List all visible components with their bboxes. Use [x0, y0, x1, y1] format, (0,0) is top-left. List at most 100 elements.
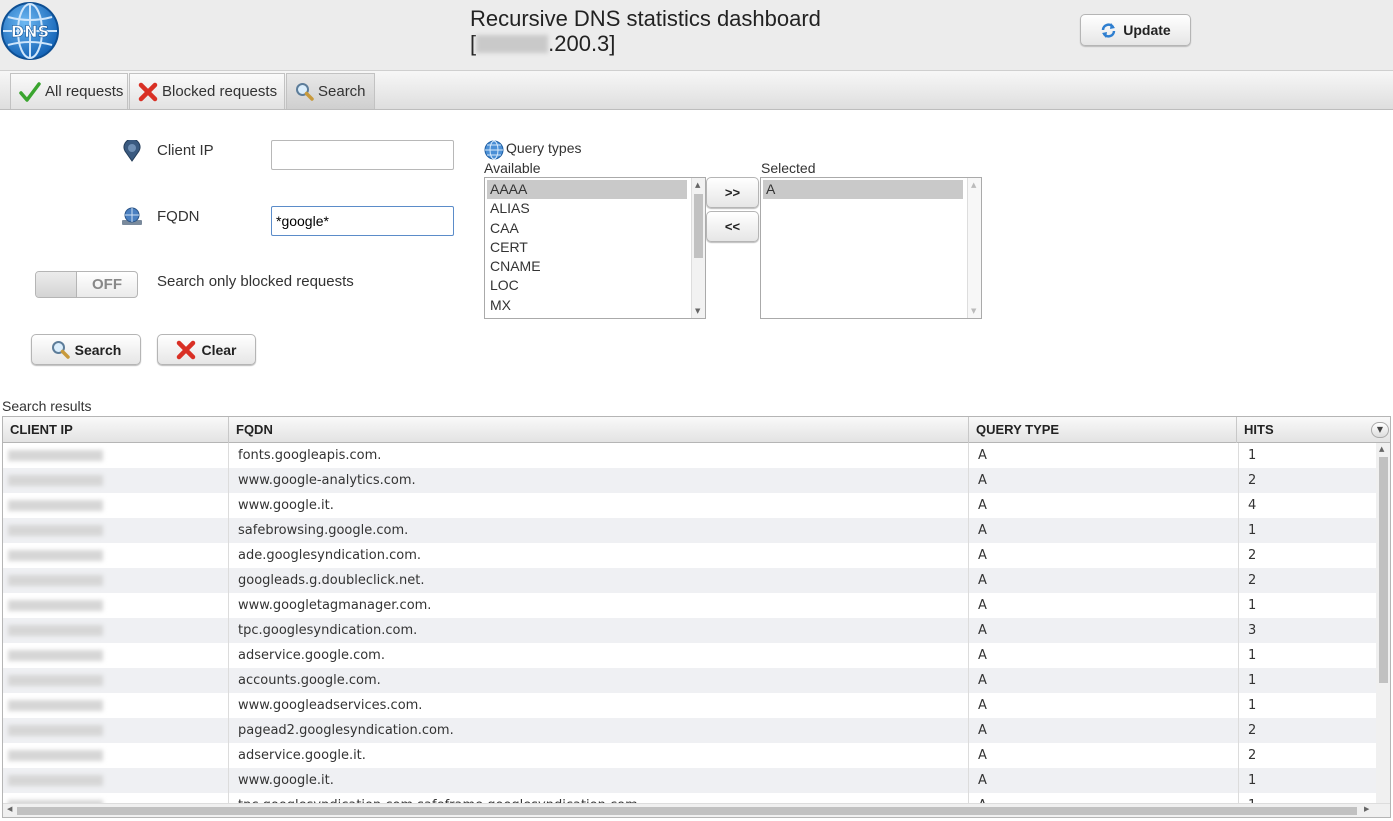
selected-option[interactable]: A: [763, 180, 963, 200]
tab-label: All requests: [45, 83, 124, 100]
redacted-ip: [8, 625, 103, 636]
cell-client-ip: [3, 468, 229, 493]
available-scrollbar[interactable]: ▲ ▼: [691, 178, 705, 318]
cell-query-type: A: [969, 518, 1239, 543]
scroll-up-arrow-icon[interactable]: ▲: [1379, 445, 1384, 453]
scroll-up-arrow-icon[interactable]: ▲: [695, 181, 700, 189]
toggle-state: OFF: [92, 276, 122, 293]
available-option[interactable]: CNAME: [485, 257, 705, 276]
available-option[interactable]: MX: [485, 296, 705, 315]
table-row[interactable]: pagead2.googlesyndication.com. A 2: [3, 718, 1376, 743]
search-results-label: Search results: [2, 398, 92, 414]
cell-client-ip: [3, 743, 229, 768]
table-row[interactable]: fonts.googleapis.com. A 1: [3, 443, 1376, 468]
cell-query-type: A: [969, 493, 1239, 518]
dns-globe-logo: DNS: [1, 2, 59, 60]
redacted-ip: [8, 525, 103, 536]
cell-hits: 1: [1248, 598, 1257, 613]
table-row[interactable]: www.google.it. A 1: [3, 768, 1376, 793]
table-row[interactable]: www.googletagmanager.com. A 1: [3, 593, 1376, 618]
grid-body: fonts.googleapis.com. A 1 www.google-analyt…: [3, 443, 1376, 805]
cell-hits: 1: [1248, 448, 1257, 463]
tab-label: Search: [318, 83, 366, 100]
available-types-list[interactable]: AAAA ALIAS CAA CERT CNAME LOC MX ▲ ▼: [484, 177, 706, 319]
search-button[interactable]: Search: [31, 334, 141, 365]
table-row[interactable]: safebrowsing.google.com. A 1: [3, 518, 1376, 543]
table-row[interactable]: ade.googlesyndication.com. A 2: [3, 543, 1376, 568]
fqdn-label: FQDN: [157, 208, 200, 225]
cell-query-type: A: [969, 593, 1239, 618]
globe-icon: [484, 140, 504, 160]
table-row[interactable]: tpc.googlesyndication.com. A 3: [3, 618, 1376, 643]
cell-query-type: A: [969, 568, 1239, 593]
column-header-client-ip[interactable]: CLIENT IP: [3, 417, 229, 443]
scroll-down-arrow-icon[interactable]: ▼: [695, 307, 700, 315]
available-option[interactable]: AAAA: [487, 180, 687, 200]
cell-fqdn: ade.googlesyndication.com.: [229, 543, 969, 568]
column-header-hits[interactable]: HITS: [1237, 417, 1367, 443]
cell-query-type: A: [969, 693, 1239, 718]
selected-types-list[interactable]: A ▲ ▼: [760, 177, 982, 319]
scroll-down-arrow-icon[interactable]: ▼: [971, 307, 976, 315]
available-option[interactable]: CAA: [485, 219, 705, 238]
client-ip-input[interactable]: [271, 140, 454, 170]
toggle-knob: [36, 272, 77, 297]
cell-hits: 4: [1248, 498, 1257, 513]
table-row[interactable]: www.googleadservices.com. A 1: [3, 693, 1376, 718]
redacted-ip: [8, 450, 103, 461]
redacted-ip: [8, 775, 103, 786]
redacted-ip: [8, 550, 103, 561]
results-grid: CLIENT IP FQDN QUERY TYPE HITS ▼ fonts.g…: [2, 416, 1391, 818]
scroll-up-arrow-icon[interactable]: ▲: [971, 181, 976, 189]
cell-fqdn: adservice.google.com.: [229, 643, 969, 668]
ip-pin-icon: [123, 140, 141, 162]
fqdn-input[interactable]: [271, 206, 454, 236]
cell-query-type: A: [969, 618, 1239, 643]
refresh-icon: [1102, 22, 1116, 38]
scroll-thumb[interactable]: [1379, 457, 1388, 683]
blocked-only-toggle[interactable]: OFF: [35, 271, 138, 298]
tab-search[interactable]: Search: [286, 73, 375, 109]
cell-client-ip: [3, 618, 229, 643]
selected-scrollbar[interactable]: ▲ ▼: [967, 178, 981, 318]
scroll-right-arrow-icon[interactable]: ▶: [1364, 805, 1369, 813]
title-ip: [.200.3]: [470, 31, 821, 56]
cell-fqdn: accounts.google.com.: [229, 668, 969, 693]
available-option[interactable]: LOC: [485, 276, 705, 295]
grid-vertical-scrollbar[interactable]: ▲: [1376, 443, 1390, 805]
available-option[interactable]: CERT: [485, 238, 705, 257]
scroll-thumb[interactable]: [17, 807, 1357, 815]
cell-hits: 2: [1248, 548, 1257, 563]
table-row[interactable]: www.google.it. A 4: [3, 493, 1376, 518]
table-row[interactable]: www.google-analytics.com. A 2: [3, 468, 1376, 493]
move-right-button[interactable]: >>: [706, 177, 759, 208]
update-button[interactable]: Update: [1080, 14, 1191, 46]
table-row[interactable]: accounts.google.com. A 1: [3, 668, 1376, 693]
column-header-fqdn[interactable]: FQDN: [229, 417, 969, 443]
tab-all-requests[interactable]: All requests: [10, 73, 128, 109]
redacted-ip: [8, 600, 103, 611]
table-row[interactable]: adservice.google.com. A 1: [3, 643, 1376, 668]
available-option[interactable]: ALIAS: [485, 199, 705, 218]
cell-fqdn: googleads.g.doubleclick.net.: [229, 568, 969, 593]
cell-fqdn: pagead2.googlesyndication.com.: [229, 718, 969, 743]
clear-button-label: Clear: [201, 341, 237, 358]
cell-hits: 1: [1248, 673, 1257, 688]
network-globe-icon: [122, 207, 142, 225]
cell-fqdn: www.google.it.: [229, 493, 969, 518]
clear-button[interactable]: Clear: [157, 334, 256, 365]
redacted-ip: [8, 725, 103, 736]
grid-horizontal-scrollbar[interactable]: ◀ ▶: [3, 803, 1390, 817]
header: DNS Recursive DNS statistics dashboard […: [0, 0, 1393, 70]
table-row[interactable]: adservice.google.it. A 2: [3, 743, 1376, 768]
table-row[interactable]: googleads.g.doubleclick.net. A 2: [3, 568, 1376, 593]
cell-query-type: A: [969, 718, 1239, 743]
scroll-thumb[interactable]: [694, 194, 703, 258]
redacted-ip: [8, 475, 103, 486]
scroll-left-arrow-icon[interactable]: ◀: [7, 805, 12, 813]
cell-query-type: A: [969, 443, 1239, 468]
tab-blocked-requests[interactable]: Blocked requests: [129, 73, 285, 109]
move-left-button[interactable]: <<: [706, 211, 759, 242]
column-menu-icon[interactable]: ▼: [1371, 422, 1389, 438]
column-header-query-type[interactable]: QUERY TYPE: [969, 417, 1237, 443]
